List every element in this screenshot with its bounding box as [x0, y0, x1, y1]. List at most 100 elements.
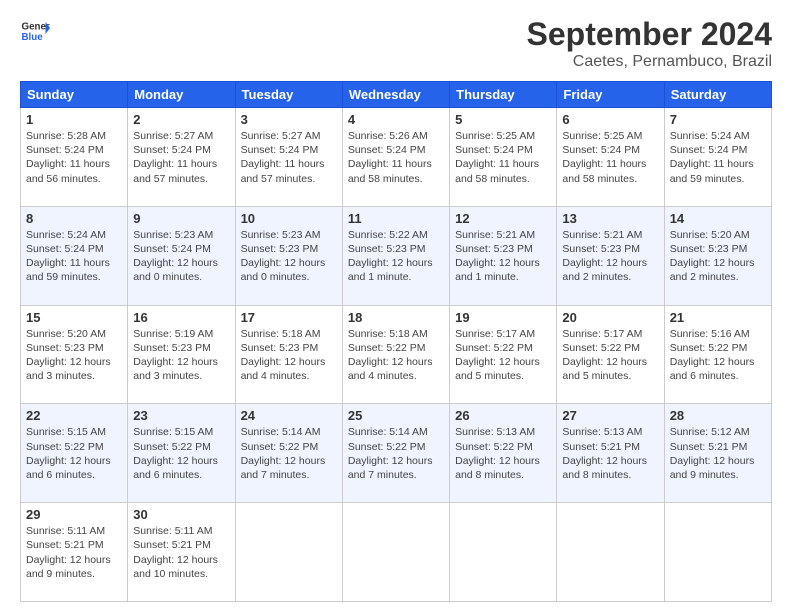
day-number: 16 — [133, 310, 229, 325]
day-info: Sunrise: 5:19 AMSunset: 5:23 PMDaylight:… — [133, 327, 229, 384]
calendar-cell: 25Sunrise: 5:14 AMSunset: 5:22 PMDayligh… — [342, 404, 449, 503]
calendar-week-row: 22 Sunrise: 5:15 AMSunset: 5:22 PMDayligh… — [21, 404, 772, 503]
day-info: Sunrise: 5:23 AMSunset: 5:23 PMDaylight:… — [241, 228, 337, 285]
month-title: September 2024 — [527, 16, 772, 53]
day-info: Sunrise: 5:17 AMSunset: 5:22 PMDaylight:… — [455, 327, 551, 384]
day-info: Sunrise: 5:27 AMSunset: 5:24 PMDaylight:… — [133, 129, 229, 186]
day-number: 28 — [670, 408, 766, 423]
day-number: 9 — [133, 211, 229, 226]
calendar-cell: 21 Sunrise: 5:16 AMSunset: 5:22 PMDayligh… — [664, 305, 771, 404]
day-number: 18 — [348, 310, 444, 325]
calendar-cell — [557, 503, 664, 602]
calendar-day-header: Monday — [128, 82, 235, 108]
calendar-cell: 11Sunrise: 5:22 AMSunset: 5:23 PMDayligh… — [342, 206, 449, 305]
day-number: 8 — [26, 211, 122, 226]
day-number: 12 — [455, 211, 551, 226]
calendar-cell: 15 Sunrise: 5:20 AMSunset: 5:23 PMDayligh… — [21, 305, 128, 404]
day-info: Sunrise: 5:22 AMSunset: 5:23 PMDaylight:… — [348, 228, 444, 285]
day-number: 20 — [562, 310, 658, 325]
day-number: 17 — [241, 310, 337, 325]
day-info: Sunrise: 5:13 AMSunset: 5:21 PMDaylight:… — [562, 425, 658, 482]
calendar-cell: 1Sunrise: 5:28 AMSunset: 5:24 PMDaylight… — [21, 108, 128, 207]
day-number: 23 — [133, 408, 229, 423]
day-number: 5 — [455, 112, 551, 127]
calendar-cell: 26 Sunrise: 5:13 AMSunset: 5:22 PMDayligh… — [450, 404, 557, 503]
calendar-day-header: Saturday — [664, 82, 771, 108]
day-number: 2 — [133, 112, 229, 127]
day-info: Sunrise: 5:18 AMSunset: 5:23 PMDaylight:… — [241, 327, 337, 384]
day-info: Sunrise: 5:23 AMSunset: 5:24 PMDaylight:… — [133, 228, 229, 285]
day-number: 27 — [562, 408, 658, 423]
day-info: Sunrise: 5:27 AMSunset: 5:24 PMDaylight:… — [241, 129, 337, 186]
day-info: Sunrise: 5:11 AMSunset: 5:21 PMDaylight:… — [133, 524, 229, 581]
day-info: Sunrise: 5:20 AMSunset: 5:23 PMDaylight:… — [670, 228, 766, 285]
day-info: Sunrise: 5:25 AMSunset: 5:24 PMDaylight:… — [455, 129, 551, 186]
calendar-day-header: Thursday — [450, 82, 557, 108]
svg-text:Blue: Blue — [22, 32, 44, 43]
day-info: Sunrise: 5:12 AMSunset: 5:21 PMDaylight:… — [670, 425, 766, 482]
calendar-cell: 5 Sunrise: 5:25 AMSunset: 5:24 PMDaylight… — [450, 108, 557, 207]
day-info: Sunrise: 5:15 AMSunset: 5:22 PMDaylight:… — [133, 425, 229, 482]
day-number: 24 — [241, 408, 337, 423]
calendar-cell: 4Sunrise: 5:26 AMSunset: 5:24 PMDaylight… — [342, 108, 449, 207]
calendar-cell: 23 Sunrise: 5:15 AMSunset: 5:22 PMDayligh… — [128, 404, 235, 503]
calendar-cell: 20 Sunrise: 5:17 AMSunset: 5:22 PMDayligh… — [557, 305, 664, 404]
calendar-cell — [450, 503, 557, 602]
calendar-cell — [235, 503, 342, 602]
day-number: 19 — [455, 310, 551, 325]
day-number: 30 — [133, 507, 229, 522]
day-info: Sunrise: 5:20 AMSunset: 5:23 PMDaylight:… — [26, 327, 122, 384]
day-info: Sunrise: 5:26 AMSunset: 5:24 PMDaylight:… — [348, 129, 444, 186]
calendar-day-header: Wednesday — [342, 82, 449, 108]
calendar-week-row: 15 Sunrise: 5:20 AMSunset: 5:23 PMDayligh… — [21, 305, 772, 404]
logo: General Blue — [20, 16, 50, 46]
day-number: 22 — [26, 408, 122, 423]
calendar-table: SundayMondayTuesdayWednesdayThursdayFrid… — [20, 81, 772, 602]
day-info: Sunrise: 5:24 AMSunset: 5:24 PMDaylight:… — [26, 228, 122, 285]
calendar-cell: 8 Sunrise: 5:24 AMSunset: 5:24 PMDaylight… — [21, 206, 128, 305]
day-info: Sunrise: 5:13 AMSunset: 5:22 PMDaylight:… — [455, 425, 551, 482]
calendar-cell: 7 Sunrise: 5:24 AMSunset: 5:24 PMDaylight… — [664, 108, 771, 207]
calendar-cell: 12 Sunrise: 5:21 AMSunset: 5:23 PMDayligh… — [450, 206, 557, 305]
calendar-cell: 3 Sunrise: 5:27 AMSunset: 5:24 PMDaylight… — [235, 108, 342, 207]
calendar-cell: 22Sunrise: 5:15 AMSunset: 5:22 PMDayligh… — [21, 404, 128, 503]
calendar-cell — [664, 503, 771, 602]
day-number: 25 — [348, 408, 444, 423]
day-number: 13 — [562, 211, 658, 226]
header: General Blue September 2024 Caetes, Pern… — [20, 16, 772, 71]
day-number: 29 — [26, 507, 122, 522]
calendar-cell: 17 Sunrise: 5:18 AMSunset: 5:23 PMDayligh… — [235, 305, 342, 404]
calendar-week-row: 1Sunrise: 5:28 AMSunset: 5:24 PMDaylight… — [21, 108, 772, 207]
day-number: 26 — [455, 408, 551, 423]
calendar-cell: 10 Sunrise: 5:23 AMSunset: 5:23 PMDayligh… — [235, 206, 342, 305]
calendar-cell: 16 Sunrise: 5:19 AMSunset: 5:23 PMDayligh… — [128, 305, 235, 404]
day-info: Sunrise: 5:25 AMSunset: 5:24 PMDaylight:… — [562, 129, 658, 186]
day-info: Sunrise: 5:21 AMSunset: 5:23 PMDaylight:… — [455, 228, 551, 285]
day-info: Sunrise: 5:28 AMSunset: 5:24 PMDaylight:… — [26, 129, 122, 186]
calendar-cell: 18Sunrise: 5:18 AMSunset: 5:22 PMDayligh… — [342, 305, 449, 404]
calendar-cell: 9 Sunrise: 5:23 AMSunset: 5:24 PMDaylight… — [128, 206, 235, 305]
location: Caetes, Pernambuco, Brazil — [527, 53, 772, 71]
day-info: Sunrise: 5:16 AMSunset: 5:22 PMDaylight:… — [670, 327, 766, 384]
calendar-cell: 14Sunrise: 5:20 AMSunset: 5:23 PMDayligh… — [664, 206, 771, 305]
day-number: 15 — [26, 310, 122, 325]
day-info: Sunrise: 5:17 AMSunset: 5:22 PMDaylight:… — [562, 327, 658, 384]
calendar-cell: 30 Sunrise: 5:11 AMSunset: 5:21 PMDayligh… — [128, 503, 235, 602]
day-number: 21 — [670, 310, 766, 325]
calendar-cell: 13 Sunrise: 5:21 AMSunset: 5:23 PMDayligh… — [557, 206, 664, 305]
calendar-cell: 2 Sunrise: 5:27 AMSunset: 5:24 PMDaylight… — [128, 108, 235, 207]
day-info: Sunrise: 5:21 AMSunset: 5:23 PMDaylight:… — [562, 228, 658, 285]
calendar-day-header: Tuesday — [235, 82, 342, 108]
calendar-header-row: SundayMondayTuesdayWednesdayThursdayFrid… — [21, 82, 772, 108]
day-number: 3 — [241, 112, 337, 127]
calendar-cell: 6 Sunrise: 5:25 AMSunset: 5:24 PMDaylight… — [557, 108, 664, 207]
calendar-cell: 28 Sunrise: 5:12 AMSunset: 5:21 PMDayligh… — [664, 404, 771, 503]
day-info: Sunrise: 5:24 AMSunset: 5:24 PMDaylight:… — [670, 129, 766, 186]
day-info: Sunrise: 5:11 AMSunset: 5:21 PMDaylight:… — [26, 524, 122, 581]
page: General Blue September 2024 Caetes, Pern… — [0, 0, 792, 612]
calendar-cell: 27 Sunrise: 5:13 AMSunset: 5:21 PMDayligh… — [557, 404, 664, 503]
day-number: 7 — [670, 112, 766, 127]
day-number: 6 — [562, 112, 658, 127]
day-number: 10 — [241, 211, 337, 226]
logo-icon: General Blue — [20, 16, 50, 46]
